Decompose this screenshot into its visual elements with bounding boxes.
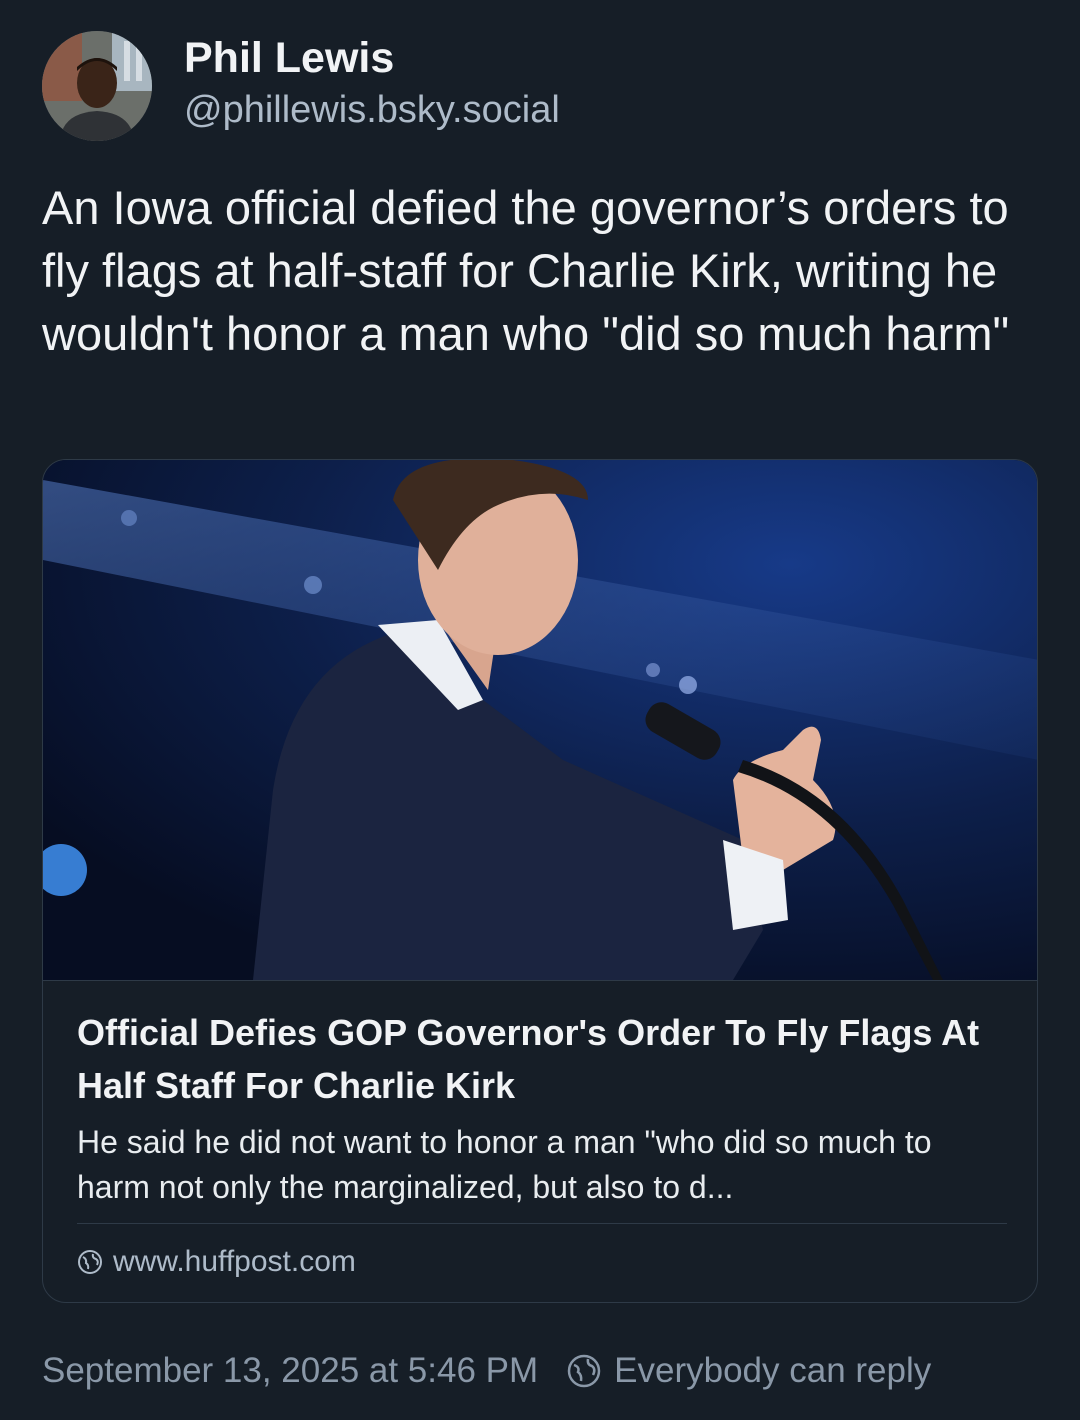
globe-icon	[77, 1249, 103, 1275]
avatar-image	[42, 31, 152, 141]
reply-setting-label: Everybody can reply	[614, 1351, 932, 1390]
post-footer: September 13, 2025 at 5:46 PM Everybody …	[42, 1348, 931, 1394]
post-thread-item: Phil Lewis @phillewis.bsky.social An Iow…	[0, 0, 1080, 1420]
avatar[interactable]	[42, 31, 152, 141]
post-text: An Iowa official defied the governor’s o…	[42, 181, 1010, 360]
embed-domain-text: www.huffpost.com	[113, 1245, 356, 1278]
link-embed-card[interactable]: Official Defies GOP Governor's Order To …	[42, 459, 1038, 1303]
reply-setting[interactable]: Everybody can reply	[566, 1351, 931, 1391]
author-display-name[interactable]: Phil Lewis	[184, 32, 560, 84]
embed-domain[interactable]: www.huffpost.com	[77, 1242, 356, 1282]
author-handle[interactable]: @phillewis.bsky.social	[184, 86, 560, 134]
embed-description: He said he did not want to honor a man "…	[77, 1124, 932, 1205]
embed-separator	[77, 1223, 1007, 1224]
author-text: Phil Lewis @phillewis.bsky.social	[184, 32, 560, 134]
author-row: Phil Lewis @phillewis.bsky.social	[42, 30, 560, 142]
embed-divider	[43, 980, 1037, 981]
speaker-photo-image	[43, 460, 1037, 980]
embed-title[interactable]: Official Defies GOP Governor's Order To …	[77, 1006, 1007, 1112]
globe-icon	[566, 1353, 602, 1389]
embed-thumbnail	[43, 460, 1037, 980]
post-timestamp: September 13, 2025 at 5:46 PM	[42, 1351, 539, 1390]
